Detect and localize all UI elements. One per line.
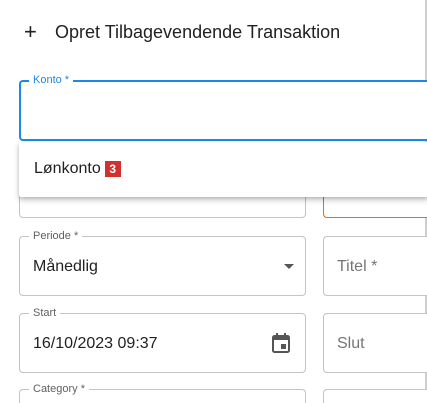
dialog-title: + Opret Tilbagevendende Transaktion — [24, 19, 340, 45]
konto-label: Konto * — [29, 74, 74, 87]
caret-down-icon[interactable] — [284, 264, 294, 269]
periode-label: Periode * — [29, 230, 83, 243]
start-value: 16/10/2023 09:37 — [33, 335, 158, 352]
konto-dropdown: Lønkonto 3 — [19, 142, 427, 197]
start-label: Start — [29, 307, 61, 320]
category-label: Category * — [29, 383, 89, 396]
calendar-icon[interactable] — [272, 333, 290, 353]
slut-field[interactable]: Slut — [323, 313, 427, 373]
titel-placeholder: Titel * — [337, 258, 378, 275]
titel-field[interactable]: Titel * — [323, 236, 427, 296]
dropdown-option-lonkonto[interactable]: Lønkonto 3 — [34, 160, 121, 178]
periode-value: Månedlig — [33, 258, 98, 275]
dropdown-option-label: Lønkonto — [34, 160, 101, 177]
plus-icon: + — [24, 19, 37, 44]
konto-field[interactable]: Konto * — [19, 74, 427, 141]
slut-placeholder: Slut — [337, 335, 365, 352]
category-right-field[interactable] — [323, 389, 427, 403]
periode-select[interactable]: Periode * Månedlig — [19, 230, 306, 296]
step-badge: 3 — [104, 161, 121, 177]
category-select[interactable]: Category * — [19, 383, 306, 403]
start-datetime-field[interactable]: Start 16/10/2023 09:37 — [19, 307, 306, 373]
dialog-title-text: Opret Tilbagevendende Transaktion — [55, 21, 341, 42]
